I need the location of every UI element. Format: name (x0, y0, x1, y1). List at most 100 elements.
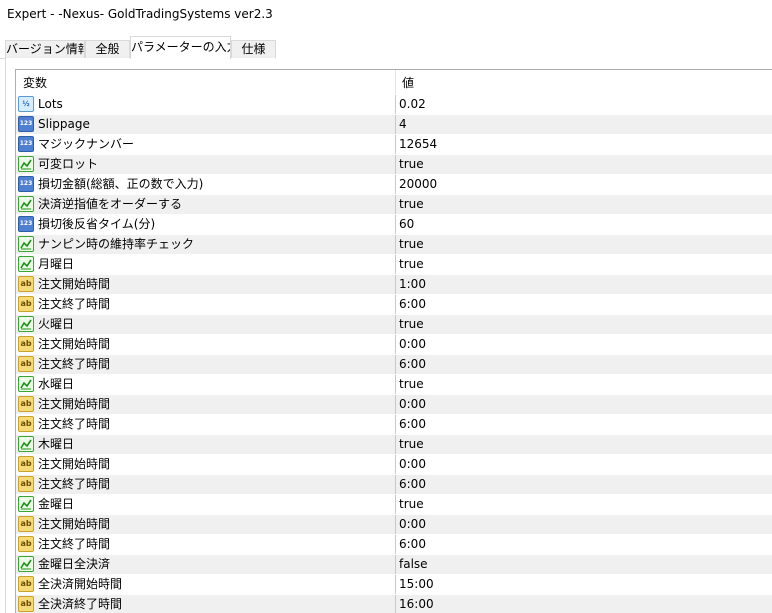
parameter-row[interactable]: ab 注文開始時間 0:00 (16, 394, 772, 415)
parameter-row[interactable]: 火曜日 true (16, 314, 772, 335)
parameter-row[interactable]: ab 注文開始時間 0:00 (16, 334, 772, 355)
parameter-value[interactable]: 0:00 (399, 395, 426, 414)
parameter-row[interactable]: ab 注文終了時間 6:00 (16, 534, 772, 555)
string-icon: ab (18, 356, 34, 372)
column-header-variable[interactable]: 変数 (23, 70, 47, 94)
parameter-row[interactable]: 月曜日 true (16, 254, 772, 275)
column-separator (395, 275, 396, 295)
parameter-value[interactable]: true (399, 435, 424, 454)
parameter-row[interactable]: ab 注文開始時間 0:00 (16, 514, 772, 535)
parameter-value[interactable]: 6:00 (399, 415, 426, 434)
bool-icon (18, 256, 34, 272)
parameter-row[interactable]: 決済逆指値をオーダーする true (16, 194, 772, 215)
parameter-value[interactable]: true (399, 235, 424, 254)
grid-header: 変数 値 (16, 70, 772, 94)
parameter-value[interactable]: 1:00 (399, 275, 426, 294)
parameter-value[interactable]: 0:00 (399, 515, 426, 534)
parameter-name: マジックナンバー (38, 137, 135, 151)
parameter-row[interactable]: ab 全決済開始時間 15:00 (16, 574, 772, 595)
double-icon: ½ (18, 96, 34, 112)
parameter-row[interactable]: ab 注文終了時間 6:00 (16, 414, 772, 435)
bool-icon (18, 436, 34, 452)
parameter-value[interactable]: 60 (399, 215, 414, 234)
column-separator (395, 355, 396, 375)
parameter-row[interactable]: ab 注文終了時間 6:00 (16, 294, 772, 315)
parameter-name: 決済逆指値をオーダーする (38, 197, 183, 211)
parameter-name: 注文終了時間 (38, 537, 111, 551)
parameter-row[interactable]: ナンピン時の維持率チェック true (16, 234, 772, 255)
column-header-value[interactable]: 値 (402, 70, 414, 94)
column-separator (395, 155, 396, 175)
parameter-value[interactable]: 20000 (399, 175, 437, 194)
column-separator (395, 415, 396, 435)
bool-icon (18, 316, 34, 332)
parameter-value[interactable]: true (399, 375, 424, 394)
parameter-row[interactable]: 金曜日 true (16, 494, 772, 515)
parameter-value[interactable]: 4 (399, 115, 407, 134)
parameter-row[interactable]: 123 損切金額(総額、正の数で入力) 20000 (16, 174, 772, 195)
parameter-row[interactable]: 可変ロット true (16, 154, 772, 175)
column-separator (395, 495, 396, 515)
bool-icon (18, 496, 34, 512)
parameter-value[interactable]: true (399, 155, 424, 174)
tab-version-info[interactable]: バージョン情報 (5, 40, 85, 59)
parameter-value[interactable]: 6:00 (399, 355, 426, 374)
parameter-name: 金曜日 (38, 497, 75, 511)
parameter-row[interactable]: ab 注文終了時間 6:00 (16, 474, 772, 495)
parameter-row[interactable]: 123 損切後反省タイム(分) 60 (16, 214, 772, 235)
column-separator (395, 215, 396, 235)
parameter-row[interactable]: 金曜日全決済 false (16, 554, 772, 575)
parameter-value[interactable]: true (399, 195, 424, 214)
parameter-value[interactable]: false (399, 555, 428, 574)
column-separator (395, 195, 396, 215)
parameter-row[interactable]: 123 Slippage 4 (16, 114, 772, 135)
parameter-value[interactable]: 0:00 (399, 455, 426, 474)
parameter-value[interactable]: 0.02 (399, 95, 426, 114)
grid-rows: ½ Lots 0.02 123 Slippage 4 123 マジックナンバー 12654 可変ロ… (16, 94, 772, 613)
parameter-name: 水曜日 (38, 377, 75, 391)
bool-icon (18, 556, 34, 572)
column-separator (395, 335, 396, 355)
column-separator (395, 115, 396, 135)
column-separator (395, 375, 396, 395)
column-separator (395, 175, 396, 195)
parameter-value[interactable]: 6:00 (399, 475, 426, 494)
string-icon: ab (18, 396, 34, 412)
tab-input-parameters[interactable]: パラメーターの入力 (130, 36, 231, 59)
parameter-value[interactable]: 6:00 (399, 535, 426, 554)
parameter-row[interactable]: ab 注文開始時間 0:00 (16, 454, 772, 475)
tab-specifications[interactable]: 仕様 (231, 40, 276, 59)
parameter-row[interactable]: 水曜日 true (16, 374, 772, 395)
parameter-value[interactable]: 12654 (399, 135, 437, 154)
bool-icon (18, 156, 34, 172)
parameter-name: 全決済開始時間 (38, 577, 123, 591)
parameter-value[interactable]: 16:00 (399, 595, 434, 613)
bool-icon (18, 236, 34, 252)
string-icon: ab (18, 536, 34, 552)
string-icon: ab (18, 276, 34, 292)
parameter-name: 注文開始時間 (38, 277, 111, 291)
parameter-row[interactable]: ab 全決済終了時間 16:00 (16, 594, 772, 613)
parameter-value[interactable]: true (399, 495, 424, 514)
column-separator (395, 135, 396, 155)
string-icon: ab (18, 576, 34, 592)
parameter-value[interactable]: true (399, 315, 424, 334)
column-separator (395, 315, 396, 335)
parameter-value[interactable]: 0:00 (399, 335, 426, 354)
string-icon: ab (18, 456, 34, 472)
column-header-separator[interactable] (395, 70, 396, 94)
expert-properties-window: Expert - -Nexus- GoldTradingSystems ver2… (0, 0, 772, 613)
column-separator (395, 235, 396, 255)
parameter-row[interactable]: ab 注文終了時間 6:00 (16, 354, 772, 375)
parameter-value[interactable]: 6:00 (399, 295, 426, 314)
string-icon: ab (18, 296, 34, 312)
parameter-row[interactable]: 123 マジックナンバー 12654 (16, 134, 772, 155)
parameter-name: 注文終了時間 (38, 297, 111, 311)
parameter-value[interactable]: true (399, 255, 424, 274)
parameter-row[interactable]: ab 注文開始時間 1:00 (16, 274, 772, 295)
parameter-name: 注文開始時間 (38, 517, 111, 531)
parameter-value[interactable]: 15:00 (399, 575, 434, 594)
parameter-row[interactable]: 木曜日 true (16, 434, 772, 455)
parameter-row[interactable]: ½ Lots 0.02 (16, 94, 772, 115)
tab-general[interactable]: 全般 (85, 40, 130, 59)
